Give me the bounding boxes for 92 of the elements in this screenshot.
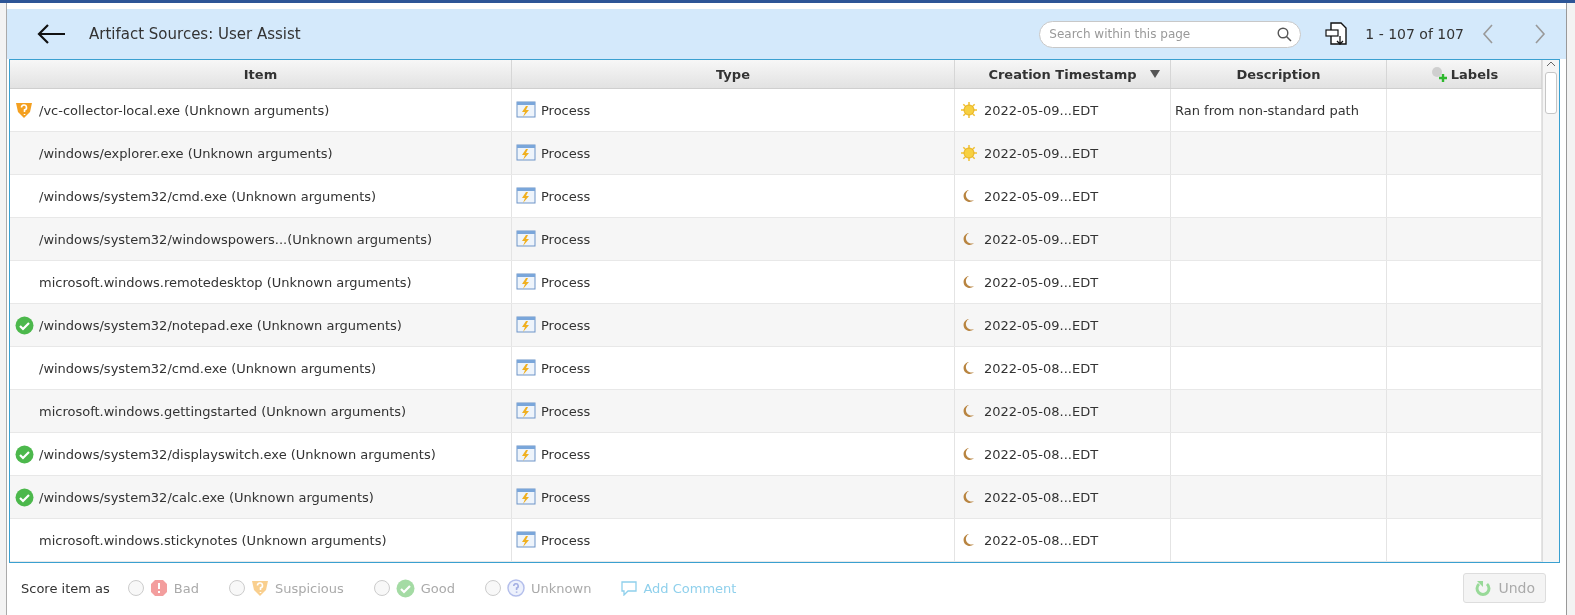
moon-icon bbox=[963, 232, 975, 246]
process-window-icon bbox=[516, 445, 536, 463]
table-cell: /windows/system32/cmd.exe (Unknown arguments) bbox=[10, 347, 512, 389]
process-window-icon bbox=[516, 531, 536, 549]
next-page-button[interactable] bbox=[1534, 24, 1546, 44]
table-cell: Process bbox=[512, 175, 955, 217]
table-cell: 2022-05-09...EDT bbox=[955, 175, 1171, 217]
table-cell: Process bbox=[512, 347, 955, 389]
table-cell: /vc-collector-local.exe (Unknown arguments) bbox=[10, 89, 512, 131]
score-option[interactable]: Bad bbox=[127, 579, 199, 597]
previous-page-button[interactable] bbox=[1482, 24, 1494, 44]
column-header[interactable]: Creation Timestamp bbox=[955, 60, 1171, 88]
table-cell: microsoft.windows.stickynotes (Unknown arguments) bbox=[10, 519, 512, 561]
radio-button[interactable] bbox=[228, 580, 245, 596]
process-window-icon bbox=[516, 316, 536, 334]
table-cell: microsoft.windows.remotedesktop (Unknown arguments) bbox=[10, 261, 512, 303]
process-window-icon bbox=[516, 359, 536, 377]
table-cell: microsoft.windows.gettingstarted (Unknown arguments) bbox=[10, 390, 512, 432]
table-cell: /windows/system32/windowspowers...(Unknown arguments) bbox=[10, 218, 512, 260]
search-icon bbox=[1277, 26, 1293, 42]
radio-button[interactable] bbox=[127, 580, 144, 596]
undo-icon bbox=[1474, 579, 1493, 597]
table-cell: Ran from non-standard path bbox=[1171, 89, 1387, 131]
table-cell: Process bbox=[512, 261, 955, 303]
table-cell: 2022-05-08...EDT bbox=[955, 476, 1171, 518]
check-circle-icon bbox=[14, 487, 34, 507]
table-cell: 2022-05-09...EDT bbox=[955, 261, 1171, 303]
comment-icon bbox=[621, 580, 638, 596]
moon-icon bbox=[963, 318, 975, 332]
table-cell: 2022-05-08...EDT bbox=[955, 347, 1171, 389]
process-window-icon bbox=[516, 402, 536, 420]
radio-button[interactable] bbox=[485, 580, 502, 596]
pagination-count: 1 - 107 of 107 bbox=[1365, 26, 1464, 42]
table-cell: 2022-05-09...EDT bbox=[955, 304, 1171, 346]
table-cell: Process bbox=[512, 304, 955, 346]
add-comment-link[interactable]: Add Comment bbox=[621, 580, 737, 596]
scroll-up-icon[interactable] bbox=[1546, 60, 1556, 68]
column-header[interactable]: Description bbox=[1171, 60, 1387, 88]
process-window-icon bbox=[516, 101, 536, 119]
table-cell: /windows/system32/notepad.exe (Unknown arguments) bbox=[10, 304, 512, 346]
table-cell: 2022-05-09...EDT bbox=[955, 89, 1171, 131]
question-circle-icon bbox=[507, 579, 526, 597]
table-cell: /windows/system32/displayswitch.exe (Unknown arguments) bbox=[10, 433, 512, 475]
check-circle-icon bbox=[395, 578, 415, 598]
table-cell: /windows/system32/cmd.exe (Unknown arguments) bbox=[10, 175, 512, 217]
suspicious-shield-icon bbox=[15, 101, 33, 119]
table-cell: 2022-05-09...EDT bbox=[955, 132, 1171, 174]
score-label: Score item as bbox=[21, 580, 110, 596]
alert-octagon-icon bbox=[149, 579, 168, 597]
table-cell: Process bbox=[512, 476, 955, 518]
moon-icon bbox=[963, 447, 975, 461]
add-label-icon bbox=[1429, 65, 1448, 83]
process-window-icon bbox=[516, 273, 536, 291]
process-window-icon bbox=[516, 187, 536, 205]
moon-icon bbox=[963, 404, 975, 418]
table-cell: 2022-05-08...EDT bbox=[955, 519, 1171, 561]
table-cell: Process bbox=[512, 132, 955, 174]
column-header[interactable]: Item bbox=[10, 60, 512, 88]
moon-icon bbox=[963, 275, 975, 289]
page-title: Artifact Sources: User Assist bbox=[89, 25, 302, 43]
process-window-icon bbox=[516, 144, 536, 162]
process-window-icon bbox=[516, 230, 536, 248]
check-circle-icon bbox=[14, 444, 34, 464]
column-header[interactable]: Type bbox=[512, 60, 955, 88]
sun-icon bbox=[960, 101, 978, 119]
suspicious-shield-icon bbox=[250, 579, 269, 597]
table-cell: Process bbox=[512, 433, 955, 475]
moon-icon bbox=[963, 361, 975, 375]
score-option[interactable]: Good bbox=[373, 578, 456, 598]
table-cell: Process bbox=[512, 89, 955, 131]
export-document-button[interactable] bbox=[1325, 21, 1350, 47]
radio-button[interactable] bbox=[373, 580, 390, 596]
process-window-icon bbox=[516, 488, 536, 506]
check-circle-icon bbox=[14, 315, 34, 335]
score-option[interactable]: Unknown bbox=[485, 579, 592, 597]
search-field[interactable]: Search within this page bbox=[1039, 20, 1302, 48]
scrollbar-thumb[interactable] bbox=[1545, 72, 1557, 114]
moon-icon bbox=[963, 490, 975, 504]
table-cell: Process bbox=[512, 218, 955, 260]
table-cell: 2022-05-09...EDT bbox=[955, 218, 1171, 260]
table-cell: Process bbox=[512, 519, 955, 561]
moon-icon bbox=[963, 533, 975, 547]
table-cell: 2022-05-08...EDT bbox=[955, 390, 1171, 432]
sun-icon bbox=[960, 144, 978, 162]
table-cell: Process bbox=[512, 390, 955, 432]
table-cell: 2022-05-08...EDT bbox=[955, 433, 1171, 475]
back-button[interactable] bbox=[35, 22, 67, 46]
table-cell: /windows/system32/calc.exe (Unknown arguments) bbox=[10, 476, 512, 518]
scrollbar[interactable] bbox=[1542, 60, 1559, 562]
table-cell: /windows/explorer.exe (Unknown arguments) bbox=[10, 132, 512, 174]
score-option[interactable]: Suspicious bbox=[228, 579, 344, 597]
moon-icon bbox=[963, 189, 975, 203]
